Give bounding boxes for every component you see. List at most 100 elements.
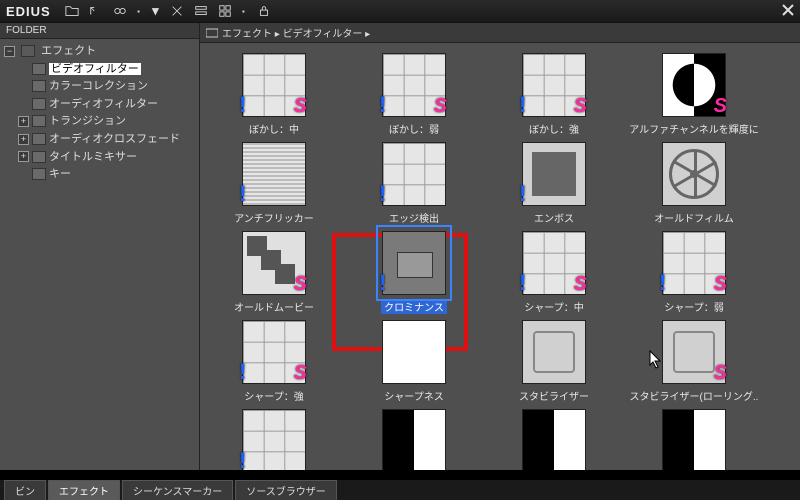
system-badge-icon: S — [294, 362, 307, 385]
grid-row: !アンチフリッカー!エッジ検出! エンボス オールドフィルム — [204, 142, 796, 231]
close-x-icon[interactable] — [170, 4, 184, 18]
folder-tree[interactable]: − エフェクト ビデオフィルターカラーコレクションオーディオフィルター+トランジ… — [0, 39, 199, 188]
system-badge-icon: S — [574, 273, 587, 296]
effect-thumbnail — [382, 320, 446, 384]
dropdown-icon[interactable]: ▾ — [152, 3, 160, 19]
system-badge-icon: S — [434, 95, 447, 118]
breadcrumb[interactable]: エフェクト ▸ ビデオフィルター ▸ — [200, 23, 800, 43]
tree-item[interactable]: カラーコレクション — [18, 78, 197, 96]
folder-icon — [32, 168, 46, 180]
effect-thumbnail — [662, 409, 726, 470]
dot2-icon[interactable]: · — [242, 4, 247, 19]
tree-item-label: オーディオクロスフェード — [49, 133, 180, 145]
effect-tile[interactable] — [344, 409, 484, 470]
folder-icon[interactable] — [65, 4, 79, 18]
effect-tile[interactable]: !S シャープ：弱 — [624, 231, 764, 314]
title-bar: EDIUS · ▾ · — [0, 0, 800, 22]
effect-label: シャープネス — [384, 388, 443, 403]
effect-tile[interactable]: !エッジ検出 — [344, 142, 484, 225]
tree-item[interactable]: + オーディオクロスフェード — [18, 131, 197, 149]
effect-tile[interactable]: シャープネス — [344, 320, 484, 403]
effect-thumbnail: !S — [242, 320, 306, 384]
tree-item[interactable]: +タイトルミキサー — [18, 149, 197, 167]
effects-grid: !Sぼかし：中!Sぼかし：弱!Sぼかし：強Sアルファチャンネルを輝度に!アンチフ… — [200, 43, 800, 470]
tree-item[interactable]: +トランジション — [18, 113, 197, 131]
link-icon[interactable] — [113, 4, 127, 18]
grid-row: !Sぼかし：中!Sぼかし：弱!Sぼかし：強Sアルファチャンネルを輝度に — [204, 53, 796, 142]
effect-label: クロミナンス — [381, 299, 447, 314]
system-badge-icon: S — [714, 95, 727, 118]
stack-icon[interactable] — [194, 4, 208, 18]
effect-label: エンボス — [534, 210, 574, 225]
effects-icon — [21, 45, 35, 57]
breadcrumb-text: エフェクト ▸ ビデオフィルター ▸ — [222, 25, 370, 40]
effect-thumbnail: !S — [242, 53, 306, 117]
bottom-tab[interactable]: ソースブラウザー — [235, 480, 337, 500]
collapse-icon[interactable]: − — [4, 46, 15, 57]
keyframe-badge-icon: ! — [519, 92, 526, 118]
keyframe-badge-icon: ! — [659, 270, 666, 296]
effect-thumbnail — [382, 409, 446, 470]
effect-tile[interactable]: ! — [204, 409, 344, 470]
effect-thumbnail: !S — [382, 53, 446, 117]
effect-label: ぼかし：中 — [249, 121, 299, 136]
lock-icon[interactable] — [257, 4, 271, 18]
effect-thumbnail: ! — [382, 142, 446, 206]
tree-item[interactable]: ビデオフィルター — [18, 61, 197, 79]
tree-root[interactable]: − エフェクト ビデオフィルターカラーコレクションオーディオフィルター+トランジ… — [4, 43, 197, 184]
tree-item-label: ビデオフィルター — [49, 63, 141, 75]
folder-icon — [32, 98, 46, 110]
bottom-tab[interactable]: シーケンスマーカー — [122, 480, 233, 500]
arrow-icon[interactable] — [89, 4, 103, 18]
effect-tile[interactable] — [624, 409, 764, 470]
effect-tile[interactable]: !Sシャープ：強 — [204, 320, 344, 403]
effect-tile[interactable]: スタビライザー — [484, 320, 624, 403]
tree-item[interactable]: キー — [18, 166, 197, 184]
effect-thumbnail: S — [662, 53, 726, 117]
effect-tile[interactable]: !S ぼかし：中 — [204, 53, 344, 136]
effect-tile[interactable]: Sオールドムービー — [204, 231, 344, 314]
folder-small-icon — [206, 28, 218, 38]
grid-icon[interactable] — [218, 4, 232, 18]
keyframe-badge-icon: ! — [379, 92, 386, 118]
effect-tile[interactable]: !Sぼかし：強 — [484, 53, 624, 136]
folder-sidebar: FOLDER − エフェクト ビデオフィルターカラーコレクションオーディオフィル… — [0, 23, 200, 470]
effect-label: オールドムービー — [234, 299, 314, 314]
expand-icon[interactable]: + — [18, 134, 29, 145]
effect-thumbnail: !S — [662, 231, 726, 295]
expand-icon[interactable]: + — [18, 116, 29, 127]
bottom-tab[interactable]: ビン — [4, 480, 46, 500]
effect-thumbnail: ! — [382, 231, 446, 295]
system-badge-icon: S — [574, 95, 587, 118]
effect-thumbnail: ! — [242, 409, 306, 470]
effect-tile[interactable] — [484, 409, 624, 470]
titlebar-tools: · ▾ · — [65, 3, 271, 19]
keyframe-badge-icon: ! — [239, 92, 246, 118]
effect-tile[interactable]: Sスタビライザー(ローリング.. — [624, 320, 764, 403]
effect-label: ぼかし：弱 — [389, 121, 439, 136]
effect-tile[interactable]: !アンチフリッカー — [204, 142, 344, 225]
folder-icon — [32, 63, 46, 75]
effect-tile[interactable]: Sアルファチャンネルを輝度に — [624, 53, 764, 136]
effect-tile[interactable]: ! エンボス — [484, 142, 624, 225]
effect-tile[interactable]: !Sシャープ：中 — [484, 231, 624, 314]
effect-tile[interactable]: ! クロミナンス — [344, 231, 484, 314]
effect-thumbnail: ! — [242, 142, 306, 206]
effect-thumbnail — [522, 320, 586, 384]
grid-row: ! — [204, 409, 796, 470]
effect-tile[interactable]: オールドフィルム — [624, 142, 764, 225]
bottom-tab[interactable]: エフェクト — [48, 480, 120, 500]
system-badge-icon: S — [714, 362, 727, 385]
effect-label: オールドフィルム — [654, 210, 734, 225]
main-area: FOLDER − エフェクト ビデオフィルターカラーコレクションオーディオフィル… — [0, 22, 800, 470]
expand-icon[interactable]: + — [18, 151, 29, 162]
tree-item[interactable]: オーディオフィルター — [18, 96, 197, 114]
effect-label: シャープ：弱 — [664, 299, 723, 314]
dot-icon[interactable]: · — [137, 4, 142, 19]
close-button[interactable] — [782, 4, 794, 19]
tree-root-label: エフェクト — [41, 45, 96, 57]
keyframe-badge-icon: ! — [519, 181, 526, 207]
app-brand: EDIUS — [6, 4, 51, 19]
effect-tile[interactable]: !Sぼかし：弱 — [344, 53, 484, 136]
effect-thumbnail — [662, 142, 726, 206]
